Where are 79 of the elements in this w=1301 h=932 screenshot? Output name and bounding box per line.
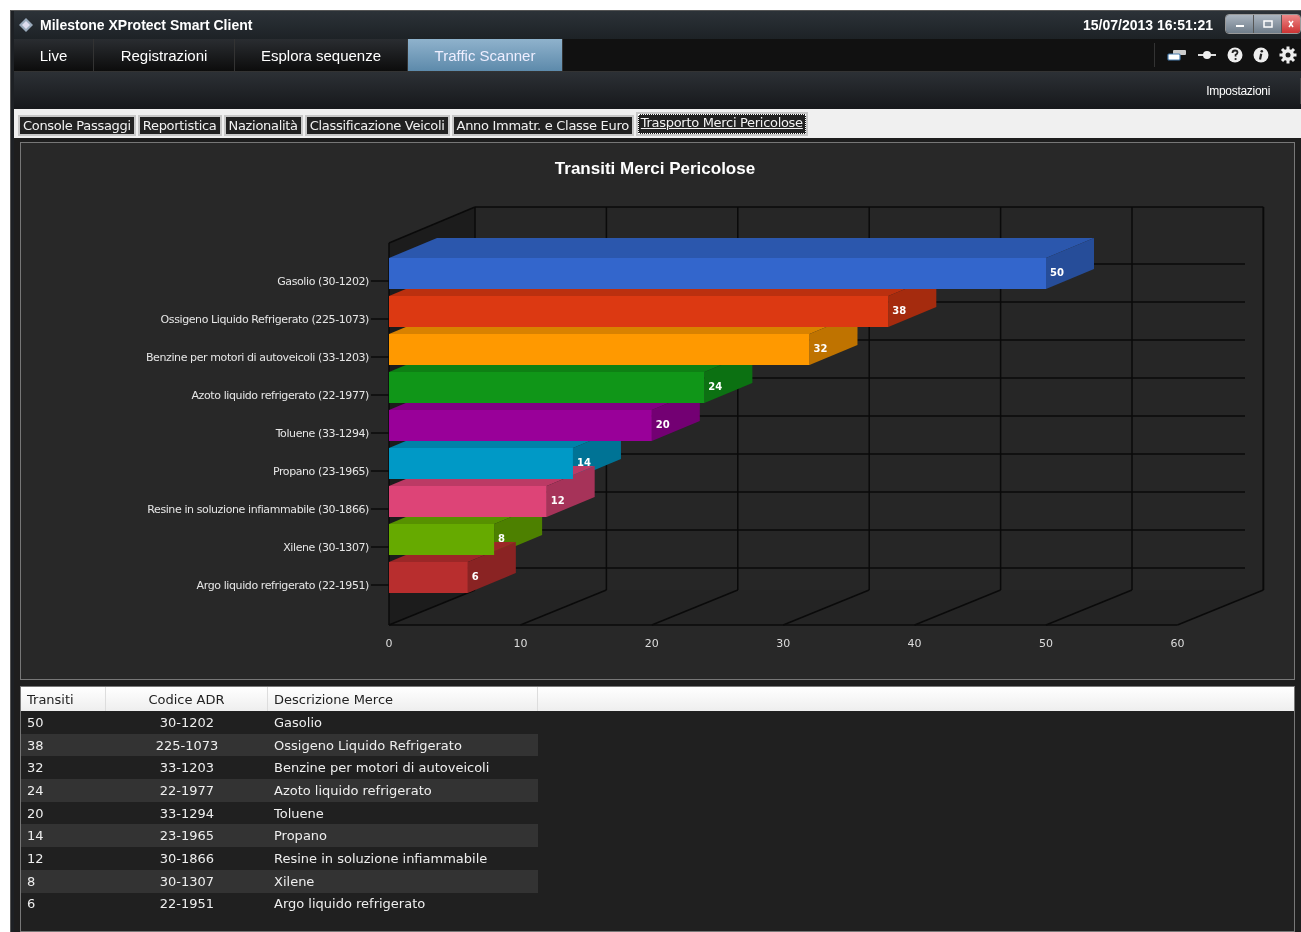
table-cell-text: 225-1073 [154, 737, 220, 753]
minimize-button[interactable] [1226, 15, 1254, 33]
value-label: 38 [892, 305, 907, 316]
table-cell-text: 50 [26, 714, 45, 730]
value-label: 8 [498, 533, 506, 544]
category-label: Resine in soluzione infiammabile (30-1866) [147, 503, 369, 516]
app-icon [18, 17, 34, 33]
report-tab[interactable]: Trasporto Merci Pericolose [635, 112, 808, 136]
window-title: Milestone XProtect Smart Client [40, 17, 253, 33]
report-tab[interactable]: Console Passaggi [18, 115, 136, 136]
table-cell-text: 38 [26, 737, 45, 753]
table-cell-text: Toluene [273, 805, 325, 821]
table-cell-text: 22-1977 [158, 782, 216, 798]
x-tick-label: 40 [907, 637, 922, 650]
table-cell-text: 12 [26, 850, 45, 866]
table-cell-text: Ossigeno Liquido Refrigerato [273, 737, 463, 753]
report-tab[interactable]: Reportistica [137, 115, 222, 136]
category-label: Azoto liquido refrigerato (22-1977) [191, 389, 369, 402]
table-cell-text: 33-1203 [158, 760, 216, 776]
connection-icon[interactable] [1197, 49, 1217, 61]
main-tab[interactable]: Registrazioni [94, 39, 235, 71]
table-cell-text: 24 [26, 782, 45, 798]
table-cell-text: 23-1965 [158, 828, 216, 844]
value-label: 20 [655, 419, 670, 430]
table-cell-text: 22-1951 [158, 896, 216, 912]
category-label: Xilene (30-1307) [283, 541, 369, 554]
x-tick-label: 10 [513, 637, 528, 650]
table-cell-text: 30-1307 [158, 873, 216, 889]
x-tick-label: 30 [776, 637, 791, 650]
value-label: 50 [1050, 267, 1064, 278]
value-label: 32 [813, 343, 828, 354]
maximize-button[interactable] [1254, 15, 1282, 33]
table-cell-text: 8 [26, 873, 37, 889]
settings-button[interactable]: Impostazioni [1198, 77, 1301, 104]
report-tab[interactable]: Anno Immatr. e Classe Euro [451, 115, 634, 136]
table-cell-text: Benzine per motori di autoveicoli [273, 760, 491, 776]
table-cell-text: Propano [273, 828, 329, 844]
category-label: Argo liquido refrigerato (22-1951) [196, 579, 369, 592]
value-label: 24 [708, 381, 723, 392]
value-label: 6 [471, 571, 479, 582]
table-cell-text: Gasolio [273, 714, 323, 730]
table-cell-text: 20 [26, 805, 45, 821]
info-icon[interactable] [1253, 47, 1269, 63]
category-label: Propano (23-1965) [272, 465, 369, 478]
windows-icon[interactable] [1167, 49, 1187, 61]
close-button[interactable] [1282, 15, 1300, 33]
x-tick-label: 50 [1039, 637, 1053, 650]
value-label: 12 [550, 495, 565, 506]
table-cell-text: 14 [26, 828, 45, 844]
chart-title: Transiti Merci Pericolose [554, 159, 756, 178]
table-cell-text: Resine in soluzione infiammabile [273, 850, 489, 866]
category-label: Ossigeno Liquido Refrigerato (225-1073) [160, 313, 369, 326]
main-tab[interactable]: Esplora sequenze [235, 39, 408, 71]
category-label: Gasolio (30-1202) [277, 275, 369, 288]
report-tab[interactable]: Classificazione Veicoli [304, 115, 450, 136]
report-tab[interactable]: Nazionalità [223, 115, 303, 136]
column-header[interactable]: Transiti [21, 687, 106, 711]
date-time: 15/07/2013 16:51:21 [1083, 17, 1213, 33]
column-header[interactable]: Codice ADR [106, 687, 268, 711]
maximize-icon [1262, 20, 1273, 28]
table-cell-text: 30-1202 [158, 714, 216, 730]
table-cell-text: Xilene [273, 873, 316, 889]
table-cell-text: Argo liquido refrigerato [273, 896, 427, 912]
table-cell-text: 6 [26, 896, 37, 912]
x-tick-label: 0 [385, 637, 393, 650]
table-cell-text: 33-1294 [158, 805, 216, 821]
x-tick-label: 60 [1170, 637, 1185, 650]
table-cell-text: 32 [26, 760, 45, 776]
value-label: 14 [576, 457, 591, 468]
table-cell-text: 30-1866 [158, 850, 216, 866]
settings-icon[interactable] [1279, 46, 1297, 64]
column-header[interactable]: Descrizione Merce [268, 687, 538, 711]
table-cell-text: Azoto liquido refrigerato [273, 782, 433, 798]
category-label: Toluene (33-1294) [275, 427, 369, 440]
help-icon[interactable] [1227, 47, 1243, 63]
main-tab[interactable]: Live [14, 39, 94, 71]
x-tick-label: 20 [644, 637, 659, 650]
close-icon [1288, 20, 1294, 28]
category-label: Benzine per motori di autoveicoli (33-1203) [145, 351, 369, 364]
